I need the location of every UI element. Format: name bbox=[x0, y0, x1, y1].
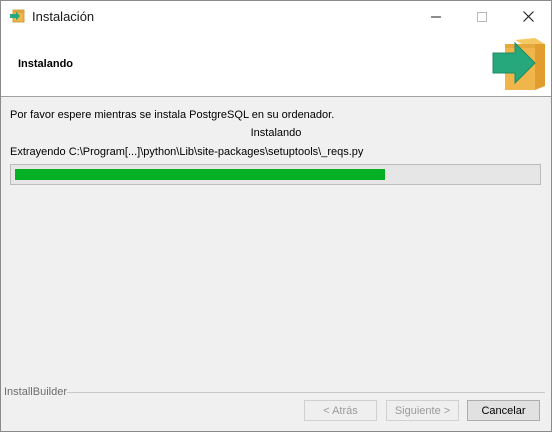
maximize-button[interactable] bbox=[459, 1, 505, 32]
next-button[interactable]: Siguiente > bbox=[386, 400, 459, 421]
maximize-icon bbox=[477, 11, 487, 22]
install-detail: Extrayendo C:\Program[...]\python\Lib\si… bbox=[10, 146, 364, 158]
back-button[interactable]: < Atrás bbox=[304, 400, 377, 421]
window-title: Instalación bbox=[32, 9, 95, 24]
page-title: Instalando bbox=[18, 58, 74, 70]
minimize-icon bbox=[431, 16, 441, 17]
install-message: Por favor espere mientras se instala Pos… bbox=[10, 109, 335, 121]
installer-box-icon bbox=[10, 9, 25, 23]
close-icon bbox=[522, 11, 534, 22]
progress-bar-fill bbox=[15, 169, 385, 180]
cancel-button[interactable]: Cancelar bbox=[467, 400, 540, 421]
footer-brand: InstallBuilder bbox=[4, 386, 67, 398]
footer-divider bbox=[67, 392, 545, 393]
close-button[interactable] bbox=[505, 1, 551, 32]
page-header: Instalando bbox=[1, 32, 551, 97]
installer-window: Instalación Instalando Por favor espere … bbox=[0, 0, 552, 432]
minimize-button[interactable] bbox=[413, 1, 459, 32]
progress-bar bbox=[10, 164, 541, 185]
title-bar: Instalación bbox=[1, 1, 551, 32]
installer-arrow-box-icon bbox=[492, 38, 545, 90]
install-status: Instalando bbox=[250, 127, 302, 139]
